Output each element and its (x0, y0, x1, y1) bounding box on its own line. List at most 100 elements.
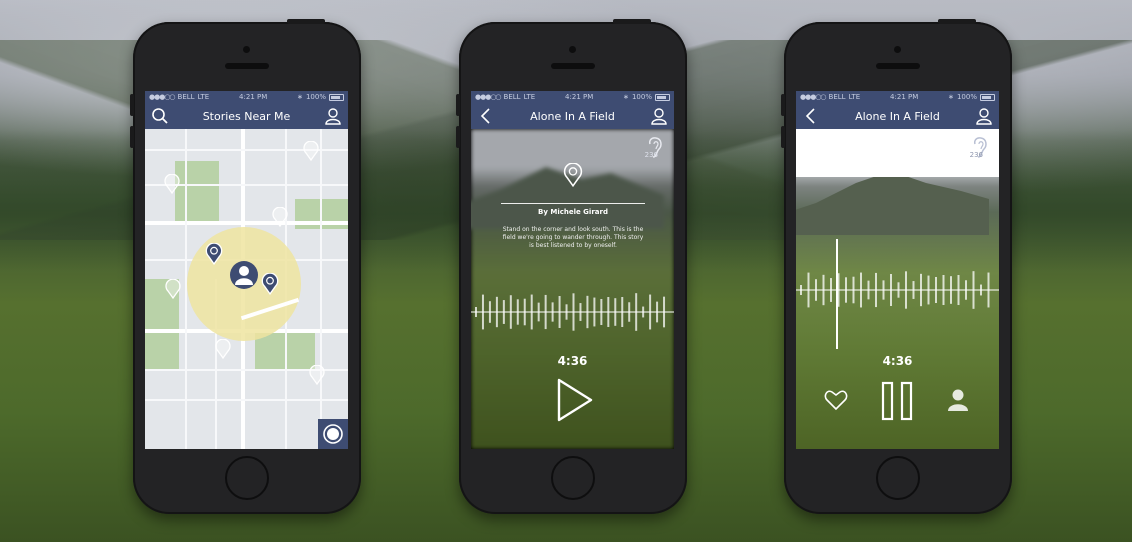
network-label: LTE (523, 93, 536, 101)
waveform-bar (912, 281, 915, 299)
volume-button (130, 126, 134, 148)
divider (501, 203, 645, 204)
story-pin-icon[interactable] (261, 273, 279, 295)
network-label: LTE (848, 93, 861, 101)
waveform-bar (502, 300, 505, 324)
listen-count: 236 (644, 151, 658, 159)
waveform-bar (600, 298, 603, 326)
location-pin-icon[interactable] (272, 207, 288, 227)
user-icon[interactable] (324, 107, 342, 125)
back-icon[interactable] (802, 107, 820, 125)
waveform-bar (663, 296, 666, 328)
waveform-bar (830, 278, 832, 302)
pause-icon[interactable] (880, 381, 914, 421)
earpiece (876, 63, 920, 69)
location-pin-icon[interactable] (165, 279, 181, 299)
location-pin-icon[interactable] (303, 141, 319, 161)
waveform-bar (905, 271, 907, 309)
location-pin-icon[interactable] (215, 339, 231, 359)
battery-percent: 100% (305, 93, 326, 101)
nav-bar: Alone In A Field (796, 103, 999, 129)
waveform-bar (565, 304, 568, 320)
battery-icon (328, 93, 344, 101)
waveform-bar (957, 274, 960, 306)
waveform-bar (890, 274, 892, 306)
map-street (320, 129, 322, 449)
search-icon[interactable] (151, 107, 169, 125)
power-button (613, 19, 651, 24)
user-icon[interactable] (975, 107, 993, 125)
power-button (287, 19, 325, 24)
phone-map: ●●●○○ BELL LTE 4:21 PM ∗ 100% Stories Ne… (130, 19, 361, 514)
phone-story-play: ●●●○○ BELL LTE 4:21 PM ∗ 100% Alone In A… (456, 19, 687, 514)
screen-title: Stories Near Me (202, 109, 291, 123)
waveform-bar (852, 276, 855, 304)
volume-button (781, 94, 785, 116)
waveform-bar (475, 307, 477, 317)
back-icon[interactable] (477, 107, 495, 125)
play-icon[interactable] (555, 377, 595, 423)
home-button[interactable] (225, 456, 269, 500)
status-time: 4:21 PM (890, 93, 919, 101)
waveform-bar (572, 293, 575, 331)
waveform-bar (882, 280, 885, 300)
carrier-label: BELL (828, 93, 846, 101)
user-icon[interactable] (650, 107, 668, 125)
waveform-bar (635, 293, 638, 331)
status-time: 4:21 PM (239, 93, 268, 101)
waveform-bar (558, 296, 561, 328)
home-button[interactable] (551, 456, 595, 500)
waveform-bar (649, 294, 652, 330)
waveform-bar (621, 296, 624, 328)
network-label: LTE (197, 93, 210, 101)
waveform-bar (972, 271, 975, 309)
battery-icon (654, 93, 670, 101)
waveform-bar (980, 284, 982, 296)
location-pin-icon[interactable] (309, 365, 325, 385)
playhead[interactable] (836, 239, 838, 349)
record-button[interactable] (318, 419, 348, 449)
home-button[interactable] (876, 456, 920, 500)
earpiece (225, 63, 269, 69)
story-info: By Michele Girard Stand on the corner an… (501, 162, 645, 250)
story-description: Stand on the corner and look south. This… (502, 226, 644, 249)
front-camera (569, 46, 576, 53)
nav-bar: Stories Near Me (145, 103, 348, 129)
waveform-bar (516, 299, 519, 325)
location-pin-icon[interactable] (164, 174, 180, 194)
waveform-bar (551, 302, 554, 322)
map-park (175, 161, 219, 221)
bluetooth-icon: ∗ (948, 93, 954, 101)
waveform-bar (642, 306, 645, 318)
waveform-bar (579, 303, 582, 321)
volume-button (456, 94, 460, 116)
phone-story-playing: ●●●○○ BELL LTE 4:21 PM ∗ 100% Alone In A… (781, 19, 1012, 514)
status-bar: ●●●○○ BELL LTE 4:21 PM ∗ 100% (145, 91, 348, 103)
waveform[interactable] (471, 277, 674, 347)
waveform-bar (965, 280, 967, 300)
carrier-label: BELL (177, 93, 195, 101)
status-bar: ●●●○○ BELL LTE 4:21 PM ∗ 100% (471, 91, 674, 103)
carrier-label: BELL (503, 93, 521, 101)
earpiece (551, 63, 595, 69)
power-button (938, 19, 976, 24)
waveform-bar (815, 279, 817, 301)
waveform-bar (897, 282, 900, 298)
waveform-bar (614, 298, 617, 326)
status-time: 4:21 PM (565, 93, 594, 101)
heart-icon[interactable] (824, 389, 848, 411)
story-pin-icon[interactable] (205, 243, 223, 265)
waveform-bar (920, 273, 922, 307)
waveform-bar (927, 275, 930, 305)
waveform-bar (875, 272, 877, 308)
map-street (145, 399, 348, 401)
waveform[interactable] (796, 255, 999, 325)
user-icon[interactable] (946, 388, 970, 412)
waveform-bar (845, 277, 847, 303)
signal-icon: ●●●○○ (475, 93, 502, 101)
bluetooth-icon: ∗ (297, 93, 303, 101)
battery-percent: 100% (956, 93, 977, 101)
waveform-bar (544, 294, 547, 330)
story-pin-icon (563, 162, 583, 188)
map-view[interactable] (145, 129, 348, 449)
